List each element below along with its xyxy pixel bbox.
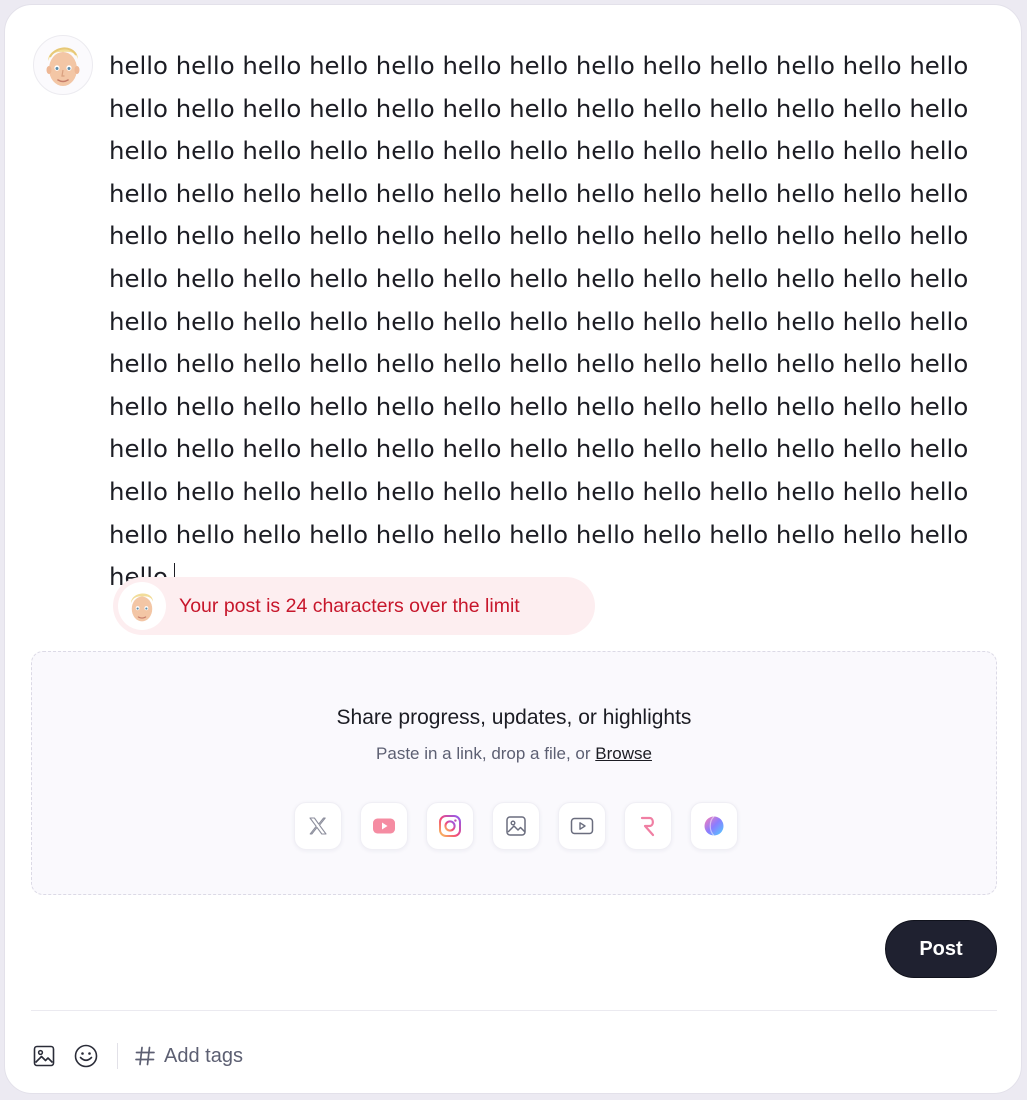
image-icon [506,816,526,836]
r-icon [640,816,655,837]
post-composer-card: hello hello hello hello hello hello hell… [4,4,1022,1094]
dropzone-hint: Paste in a link, drop a file, or [376,744,596,763]
dropzone-subtitle: Paste in a link, drop a file, or Browse [32,744,996,764]
toolbar-separator [117,1043,118,1069]
warning-text: Your post is 24 characters over the limi… [179,594,520,617]
media-dropzone[interactable]: Share progress, updates, or highlights P… [31,651,997,895]
youtube-icon [373,818,395,834]
dropzone-title: Share progress, updates, or highlights [336,706,692,729]
x-icon [309,817,327,835]
tags-field[interactable] [134,1044,364,1068]
composer-toolbar [29,1039,364,1073]
warning-avatar [118,582,166,630]
gradient-embed-button[interactable] [690,802,738,850]
add-emoji-button[interactable] [71,1041,101,1071]
embed-source-list [294,802,738,850]
instagram-embed-button[interactable] [426,802,474,850]
character-limit-warning: Your post is 24 characters over the limi… [113,577,595,635]
r-embed-button[interactable] [624,802,672,850]
youtube-embed-button[interactable] [360,802,408,850]
image-embed-button[interactable] [492,802,540,850]
emoji-icon [74,1044,98,1068]
browse-link[interactable]: Browse [595,744,652,763]
hashtag-icon [135,1046,155,1066]
add-image-button[interactable] [29,1041,59,1071]
user-avatar[interactable] [33,35,93,95]
toolbar-divider [31,1010,997,1011]
x-embed-button[interactable] [294,802,342,850]
add-tags-input[interactable] [164,1044,364,1068]
gradient-circle-icon [704,816,724,836]
instagram-icon [439,815,461,837]
video-embed-button[interactable] [558,802,606,850]
post-text-input[interactable]: hello hello hello hello hello hello hell… [109,45,989,599]
video-icon [570,817,594,835]
image-icon [33,1045,55,1067]
post-button[interactable]: Post [885,920,997,978]
post-text-content: hello hello hello hello hello hello hell… [109,51,969,591]
